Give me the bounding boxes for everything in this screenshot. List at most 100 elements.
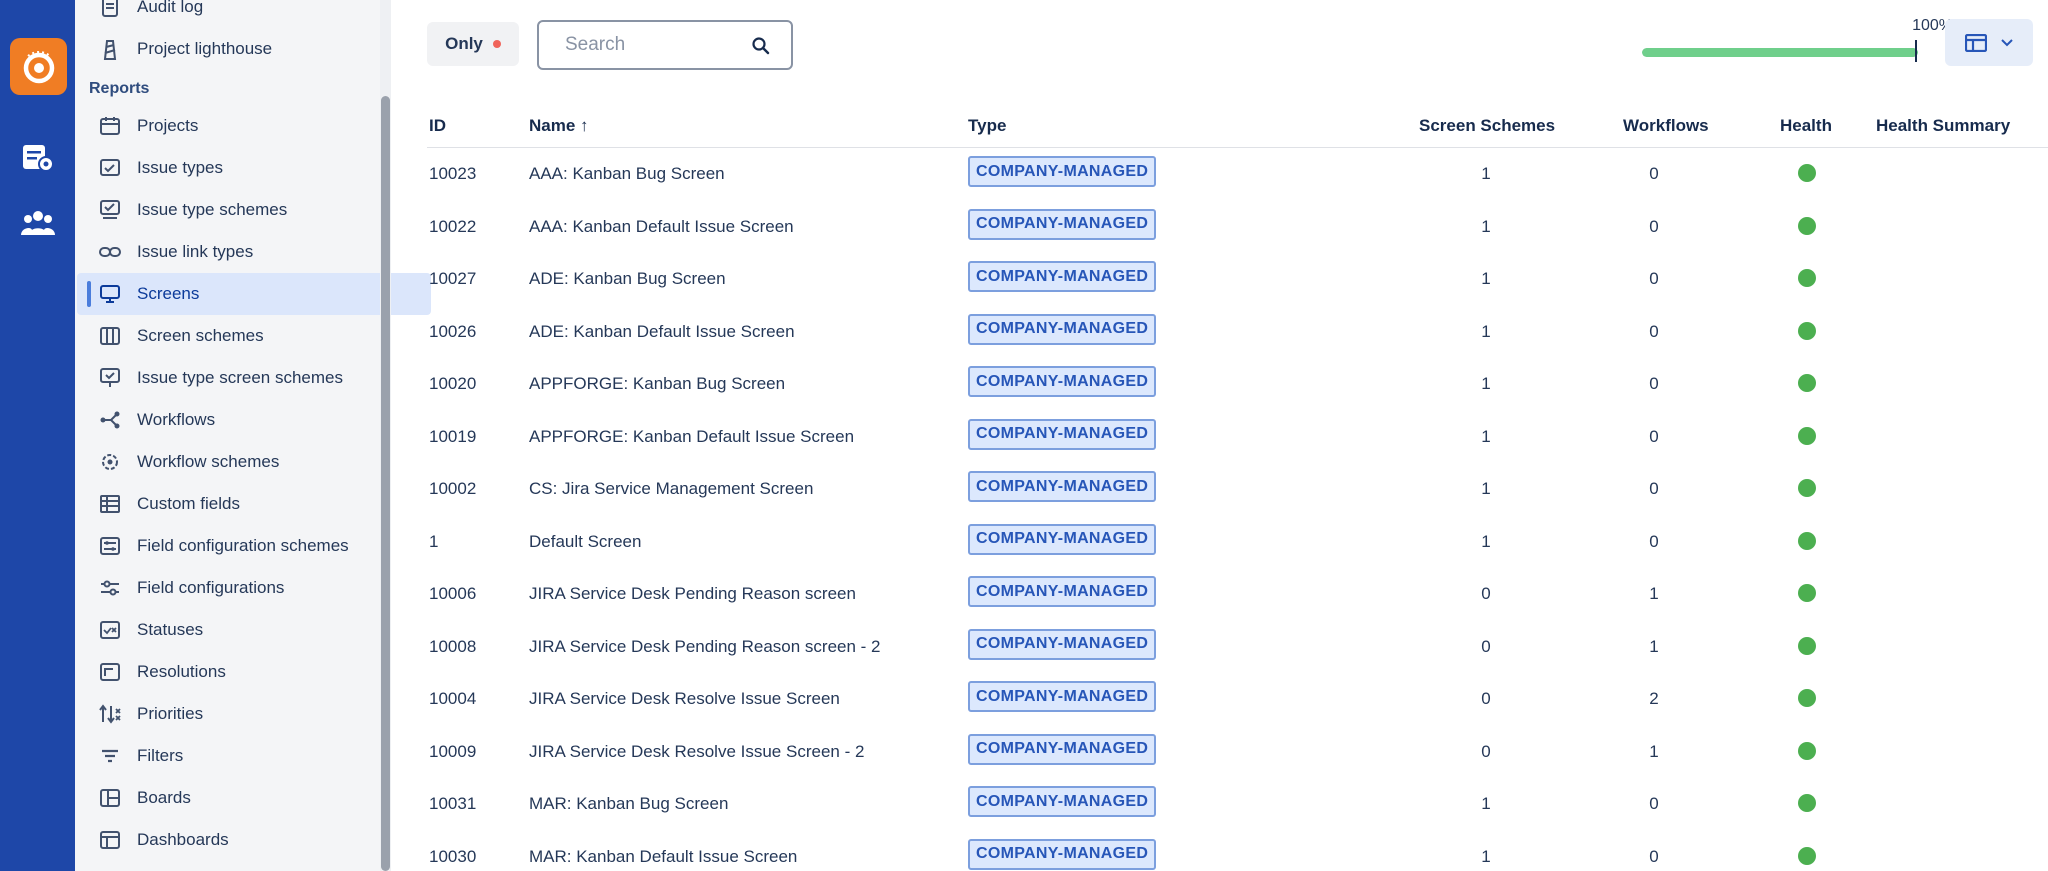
column-header-id[interactable]: ID (429, 116, 446, 136)
cell-name[interactable]: APPFORGE: Kanban Default Issue Screen (529, 427, 854, 447)
table-row[interactable]: 10004 JIRA Service Desk Resolve Issue Scr… (427, 673, 2048, 726)
search-box[interactable] (537, 20, 793, 70)
type-badge: COMPANY-MANAGED (968, 576, 1157, 607)
sidebar-item-label: Filters (137, 746, 184, 765)
table-row[interactable]: 10019 APPFORGE: Kanban Default Issue Scre… (427, 411, 2048, 464)
sidebar-item-workflow-schemes[interactable]: Workflow schemes (77, 441, 431, 483)
cell-workflows: 1 (1649, 584, 1659, 603)
cell-workflows: 2 (1649, 689, 1659, 708)
sidebar-item-field-configuration-schemes[interactable]: Field configuration schemes (77, 525, 431, 567)
cell-screen-schemes: 1 (1481, 269, 1491, 288)
sidebar-item-label: Projects (137, 116, 199, 135)
sidebar-scrollbar-thumb[interactable] (381, 96, 390, 871)
sidebar-item-projects[interactable]: Projects (77, 105, 431, 147)
table-row[interactable]: 10030 MAR: Kanban Default Issue Screen COM… (427, 831, 2048, 871)
only-filter-button[interactable]: Only (427, 22, 519, 66)
app-logo[interactable] (10, 38, 67, 95)
cell-name[interactable]: AAA: Kanban Bug Screen (529, 164, 725, 184)
sidebar-item-boards[interactable]: Boards (77, 777, 431, 819)
table-row[interactable]: 10031 MAR: Kanban Bug Screen COMPANY-MANAG… (427, 778, 2048, 831)
cell-name[interactable]: JIRA Service Desk Pending Reason screen … (529, 637, 881, 657)
cell-workflows: 0 (1649, 426, 1659, 446)
filter-active-dot (492, 40, 501, 48)
issue-type-icon (95, 153, 125, 183)
cell-name[interactable]: ADE: Kanban Default Issue Screen (529, 322, 795, 342)
table-row[interactable]: 10023 AAA: Kanban Bug Screen COMPANY-MANAG… (427, 148, 2048, 201)
cell-screen-schemes: 1 (1481, 794, 1491, 813)
cell-name[interactable]: JIRA Service Desk Resolve Issue Screen -… (529, 742, 864, 762)
sidebar-item-workflows[interactable]: Workflows (77, 399, 431, 441)
health-status-dot (1798, 269, 1816, 287)
cell-workflows: 0 (1649, 846, 1659, 866)
table-row[interactable]: 10009 JIRA Service Desk Resolve Issue Scr… (427, 726, 2048, 779)
users-icon[interactable] (20, 205, 56, 241)
view-options-button[interactable] (1945, 19, 2033, 66)
sidebar-item-filters[interactable]: Filters (77, 735, 431, 777)
cell-id: 10031 (429, 794, 477, 813)
sidebar-item-issue-type-schemes[interactable]: Issue type schemes (77, 189, 431, 231)
cell-screen-schemes: 1 (1481, 321, 1491, 341)
cell-name[interactable]: MAR: Kanban Default Issue Screen (529, 847, 797, 867)
cell-name[interactable]: MAR: Kanban Bug Screen (529, 794, 728, 814)
table-row[interactable]: 10006 JIRA Service Desk Pending Reason sc… (427, 568, 2048, 621)
sidebar-item-issue-types[interactable]: Issue types (77, 147, 431, 189)
table-row[interactable]: 10027 ADE: Kanban Bug Screen COMPANY-MANAG… (427, 253, 2048, 306)
table-row[interactable]: 10002 CS: Jira Service Management Screen C… (427, 463, 2048, 516)
sidebar-item-label: Workflows (137, 410, 216, 429)
sidebar-item-field-configurations[interactable]: Field configurations (77, 567, 431, 609)
search-icon[interactable] (751, 36, 771, 56)
column-header-name[interactable]: Name ↑ (529, 116, 589, 136)
cell-id: 10026 (429, 321, 477, 341)
sidebar-item-issue-link-types[interactable]: Issue link types (77, 231, 431, 273)
type-badge: COMPANY-MANAGED (968, 786, 1157, 817)
cell-workflows: 1 (1649, 636, 1659, 656)
cell-workflows: 0 (1649, 216, 1659, 236)
sidebar-item-resolutions[interactable]: Resolutions (77, 651, 431, 693)
cell-name[interactable]: CS: Jira Service Management Screen (529, 479, 813, 499)
sidebar-item-label: Custom fields (137, 494, 240, 513)
sidebar-item-screen-schemes[interactable]: Screen schemes (77, 315, 431, 357)
cell-id: 10020 (429, 374, 477, 393)
cell-name[interactable]: Default Screen (529, 532, 641, 552)
column-header-screen-schemes[interactable]: Screen Schemes (1419, 116, 1555, 136)
sidebar-item-project-lighthouse[interactable]: Project lighthouse (77, 28, 431, 70)
cell-screen-schemes: 0 (1481, 636, 1491, 656)
cell-screen-schemes: 1 (1481, 846, 1491, 866)
progress-percent: 100% (1912, 17, 1953, 34)
cell-workflows: 0 (1649, 794, 1659, 813)
document-icon (95, 0, 125, 22)
app-window: Audit log Project lighthouse Reports Pro… (0, 0, 2048, 871)
sidebar-item-screens[interactable]: Screens (77, 273, 431, 315)
progress-bar (1642, 48, 1918, 57)
table-row[interactable]: 10008 JIRA Service Desk Pending Reason sc… (427, 621, 2048, 674)
board-icon (95, 783, 125, 813)
column-header-health-summary[interactable]: Health Summary (1876, 116, 2010, 136)
column-header-type[interactable]: Type (968, 116, 1006, 136)
column-header-workflows[interactable]: Workflows (1623, 116, 1709, 136)
table-row[interactable]: 10022 AAA: Kanban Default Issue Screen COM… (427, 201, 2048, 254)
table-row[interactable]: 10020 APPFORGE: Kanban Bug Screen COMPANY-… (427, 358, 2048, 411)
cell-name[interactable]: AAA: Kanban Default Issue Screen (529, 217, 794, 237)
sidebar-item-priorities[interactable]: Priorities (77, 693, 431, 735)
sidebar-item-custom-fields[interactable]: Custom fields (77, 483, 431, 525)
table-row[interactable]: 1 Default Screen COMPANY-MANAGED 1 0 (427, 516, 2048, 569)
sidebar-item-issue-type-screen-schemes[interactable]: Issue type screen schemes (77, 357, 431, 399)
type-badge: COMPANY-MANAGED (968, 208, 1157, 240)
cell-name[interactable]: JIRA Service Desk Pending Reason screen (529, 584, 856, 604)
reports-icon[interactable] (20, 140, 56, 176)
cell-name[interactable]: APPFORGE: Kanban Bug Screen (529, 374, 785, 394)
search-input[interactable] (565, 34, 745, 56)
priority-icon (95, 699, 125, 729)
column-header-health[interactable]: Health (1780, 116, 1832, 136)
table-header: ID Name ↑ Type Screen Schemes Workflows … (427, 105, 2048, 148)
cell-name[interactable]: JIRA Service Desk Resolve Issue Screen (529, 689, 840, 709)
table-row[interactable]: 10026 ADE: Kanban Default Issue Screen COM… (427, 306, 2048, 359)
sidebar-item-dashboards[interactable]: Dashboards (77, 819, 431, 861)
sidebar-item-audit-log[interactable]: Audit log (77, 0, 431, 28)
sidebar-item-label: Field configurations (137, 578, 285, 597)
cell-name[interactable]: ADE: Kanban Bug Screen (529, 269, 726, 289)
cell-workflows: 0 (1649, 531, 1659, 551)
type-badge: COMPANY-MANAGED (968, 471, 1157, 502)
cell-id: 1 (429, 531, 439, 551)
sidebar-item-statuses[interactable]: Statuses (77, 609, 431, 651)
